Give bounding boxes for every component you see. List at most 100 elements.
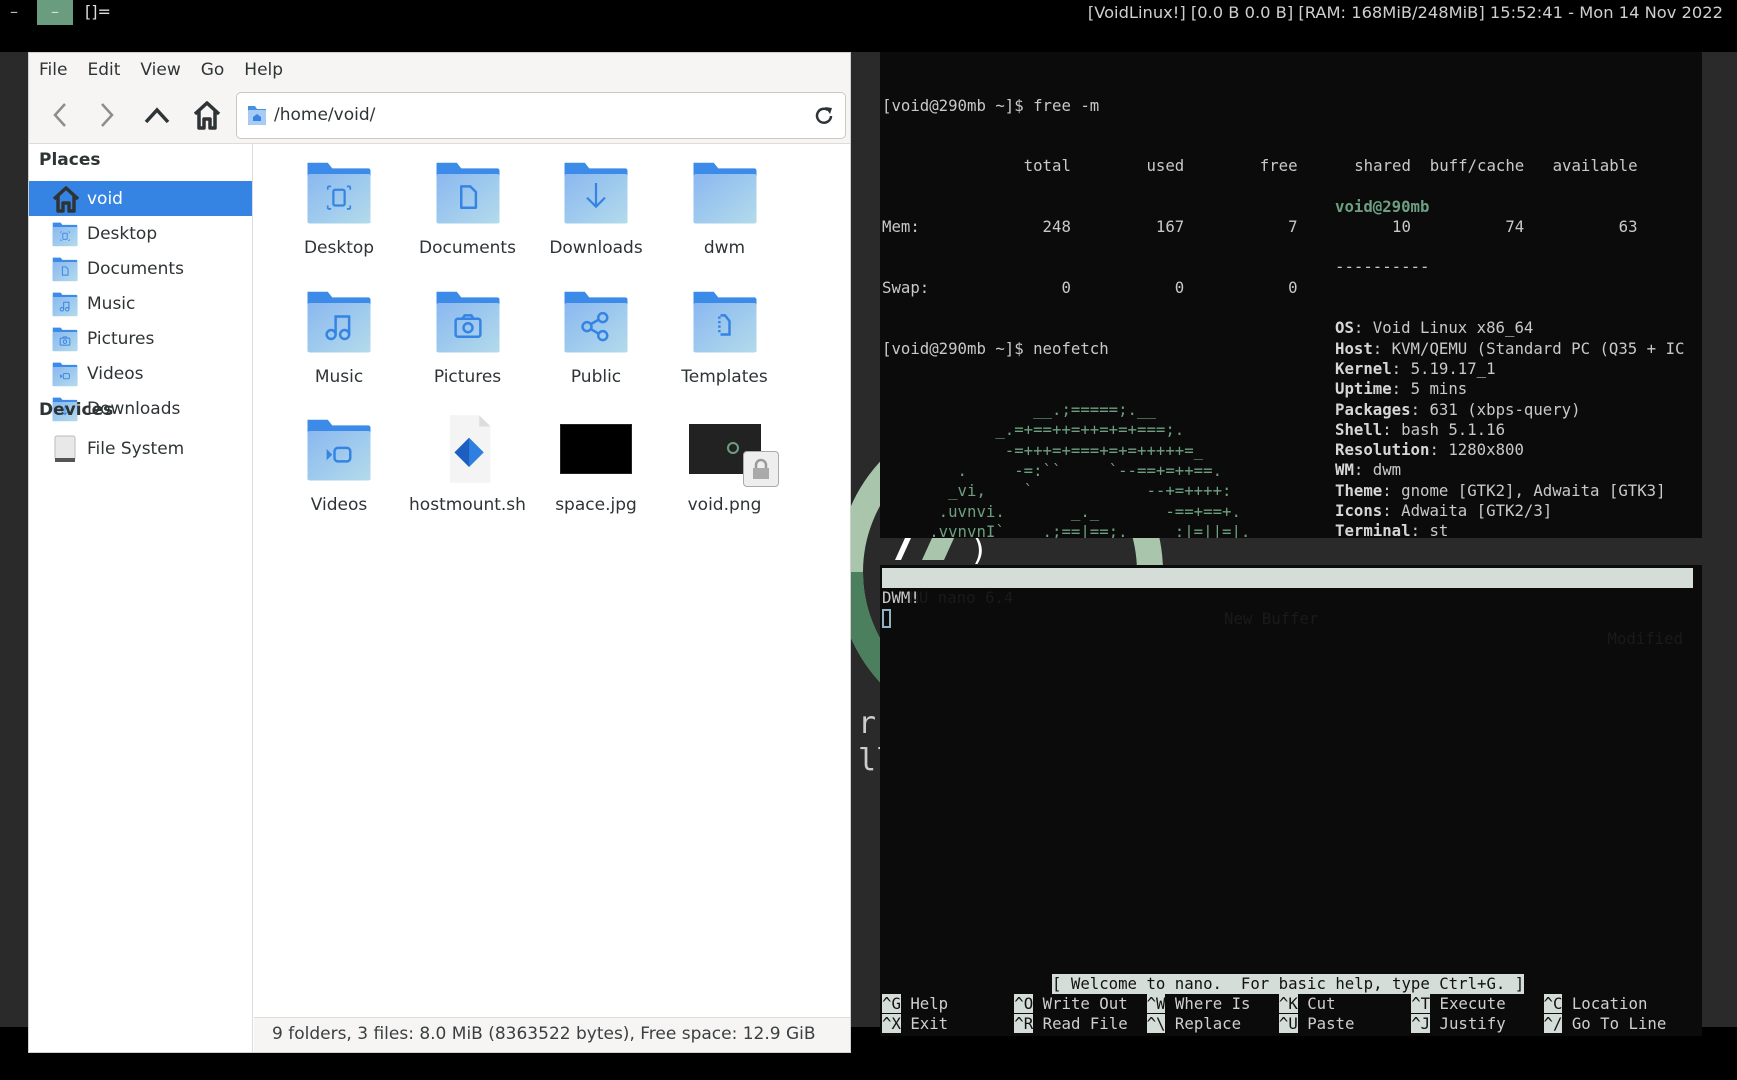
file-item-label: dwm — [703, 238, 746, 258]
nano-welcome-message: [ Welcome to nano. For basic help, type … — [1052, 974, 1525, 995]
file-item-label: Videos — [310, 495, 368, 515]
info-value: st — [1429, 521, 1449, 538]
shortcut-label: Where Is — [1165, 994, 1251, 1013]
info-separator-colon: : — [1382, 480, 1402, 500]
menu-view[interactable]: View — [140, 60, 180, 80]
camera-folder-icon — [51, 325, 79, 353]
nano-shortcut[interactable]: ^R Read File — [1014, 1014, 1128, 1034]
nano-shortcut[interactable]: ^K Cut — [1278, 994, 1336, 1014]
reload-icon[interactable] — [813, 105, 835, 127]
sidebar-item-pictures[interactable]: Pictures — [29, 321, 252, 356]
file-item-label: hostmount.sh — [409, 495, 526, 515]
shortcut-label: Replace — [1165, 1014, 1242, 1034]
info-value: dwm — [1372, 460, 1402, 480]
info-value: gnome [GTK2], Adwaita [GTK3] — [1401, 480, 1666, 500]
nano-shortcut[interactable]: ^U Paste — [1278, 1014, 1354, 1034]
shortcut-label: Write Out — [1033, 994, 1128, 1013]
nano-text-content[interactable]: DWM! — [882, 588, 920, 608]
back-button[interactable] — [43, 98, 77, 132]
shortcut-label: Location — [1562, 994, 1648, 1013]
info-label: Shell — [1335, 419, 1383, 439]
sidebar-item-file-system[interactable]: File System — [29, 431, 252, 466]
text-cursor — [882, 609, 891, 628]
sidebar-item-label: File System — [87, 438, 185, 459]
nano-shortcut[interactable]: ^X Exit — [882, 1014, 948, 1034]
file-item-label: Pictures — [433, 366, 502, 387]
menu-help[interactable]: Help — [244, 60, 283, 80]
shortcut-key: ^G — [882, 994, 901, 1013]
nano-shortcut[interactable]: ^J Justify — [1411, 1014, 1506, 1034]
document-icon — [432, 156, 504, 228]
info-field: Kernel: 5.19.17_1 — [1335, 359, 1684, 379]
home-icon — [51, 185, 79, 213]
chevron-left-icon — [53, 103, 66, 127]
nano-buffer-name: New Buffer — [1224, 608, 1319, 628]
places-header: Places — [39, 150, 101, 170]
info-field: WM: dwm — [1335, 460, 1684, 480]
places-sidebar: Places void Desktop Documents Music Pictures… — [29, 144, 253, 1052]
terminal-neofetch[interactable]: [void@290mb ~]$ free -m total used free … — [880, 52, 1702, 538]
info-value: 5.19.17_1 — [1410, 358, 1496, 378]
info-separator-colon: : — [1410, 399, 1430, 419]
file-item-space-jpg[interactable]: space.jpg — [525, 409, 667, 537]
nano-shortcut[interactable]: ^C Location — [1543, 994, 1648, 1014]
menu-go[interactable]: Go — [201, 60, 225, 80]
file-item-documents[interactable]: Documents — [397, 152, 539, 280]
shortcut-key: ^T — [1411, 994, 1431, 1013]
info-label: OS — [1335, 318, 1354, 338]
nano-shortcut[interactable]: ^W Where Is — [1146, 994, 1251, 1014]
file-item-hostmount-sh[interactable]: hostmount.sh — [397, 409, 539, 537]
sidebar-item-label: Documents — [87, 258, 184, 279]
file-item-videos[interactable]: Videos — [268, 409, 410, 537]
up-button[interactable] — [140, 98, 174, 132]
info-title: void@290mb — [1335, 196, 1430, 216]
file-item-desktop[interactable]: Desktop — [268, 152, 410, 280]
location-path[interactable]: /home/void/ — [274, 105, 375, 125]
file-item-dwm[interactable]: dwm — [654, 152, 796, 280]
drive-icon — [51, 435, 79, 463]
nano-shortcut[interactable]: ^\ Replace — [1146, 1014, 1242, 1034]
file-item-music[interactable]: Music — [268, 281, 410, 409]
sidebar-item-desktop[interactable]: Desktop — [29, 216, 252, 251]
info-label: WM — [1335, 460, 1354, 480]
tag-active[interactable]: – — [37, 0, 73, 25]
file-item-pictures[interactable]: Pictures — [397, 281, 539, 409]
devices-header: Devices — [39, 400, 114, 420]
info-field: Packages: 631 (xbps-query) — [1335, 400, 1684, 420]
music-icon — [303, 285, 375, 357]
info-separator-colon: : — [1353, 318, 1373, 338]
home-button[interactable] — [190, 98, 224, 132]
nano-shortcut[interactable]: ^/ Go To Line — [1543, 1014, 1666, 1034]
terminal-line: [void@290mb ~]$ free -m — [882, 95, 1100, 115]
sidebar-item-documents[interactable]: Documents — [29, 251, 252, 286]
terminal-nano[interactable]: GNU nano 6.4 New Buffer Modified DWM! [ … — [880, 565, 1702, 1036]
shortcut-label: Justify — [1430, 1014, 1506, 1034]
file-item-templates[interactable]: Templates — [654, 281, 796, 409]
info-value: Void Linux x86_64 — [1372, 318, 1534, 338]
nano-shortcut[interactable]: ^O Write Out — [1014, 994, 1128, 1014]
info-separator-colon: : — [1353, 460, 1373, 480]
neofetch-info: void@290mb ---------- OS: Void Linux x86… — [1335, 156, 1684, 538]
info-field: Theme: gnome [GTK2], Adwaita [GTK3] — [1335, 481, 1684, 501]
location-bar[interactable]: /home/void/ — [236, 92, 846, 139]
download-icon — [560, 156, 632, 228]
menu-edit[interactable]: Edit — [87, 60, 120, 80]
sidebar-item-music[interactable]: Music — [29, 286, 252, 321]
menu-file[interactable]: File — [39, 60, 67, 80]
info-value: bash 5.1.16 — [1401, 419, 1506, 439]
sidebar-item-void[interactable]: void — [29, 181, 252, 216]
nano-shortcut[interactable]: ^T Execute — [1411, 994, 1506, 1014]
nano-shortcut[interactable]: ^G Help — [882, 994, 948, 1014]
shortcut-label: Read File — [1033, 1014, 1128, 1034]
shortcut-label: Exit — [900, 1014, 949, 1034]
file-item-downloads[interactable]: Downloads — [525, 152, 667, 280]
shortcut-key: ^U — [1278, 1014, 1298, 1034]
layout-symbol[interactable]: []= — [85, 2, 111, 21]
tag-inactive[interactable]: – — [10, 2, 18, 21]
info-value: 1280x800 — [1448, 440, 1524, 460]
file-item-public[interactable]: Public — [525, 281, 667, 409]
sidebar-item-videos[interactable]: Videos — [29, 356, 252, 391]
file-item-void-png[interactable]: void.png — [654, 409, 796, 537]
info-separator-colon: : — [1382, 501, 1402, 521]
forward-button[interactable] — [90, 98, 124, 132]
